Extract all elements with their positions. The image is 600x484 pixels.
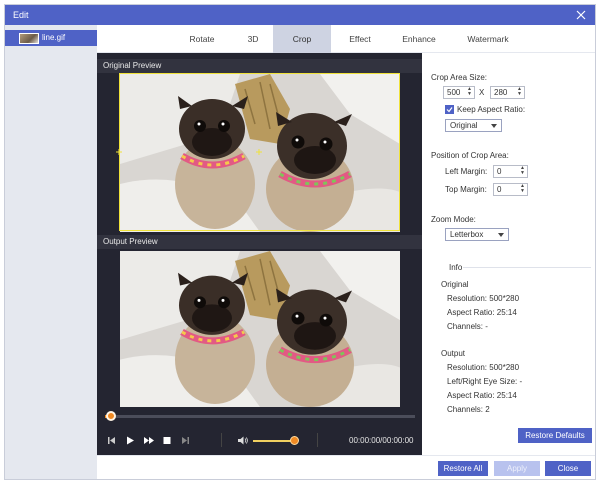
- tab-rotate[interactable]: Rotate: [177, 25, 227, 53]
- info-header: Info: [449, 263, 463, 272]
- skip-back-icon[interactable]: [107, 436, 116, 447]
- edit-tabs: Rotate 3D Crop Effect Enhance Watermark: [97, 25, 595, 53]
- fast-forward-icon[interactable]: [144, 436, 154, 447]
- window-title: Edit: [13, 10, 29, 20]
- controls-divider: [221, 433, 222, 447]
- output-eye-size: Left/Right Eye Size: -: [447, 377, 523, 386]
- crop-settings-panel: Crop Area Size: 500 ▲ ▼ X 280 ▲ ▼ Keep Asp…: [425, 53, 595, 455]
- zoom-mode-label: Zoom Mode:: [431, 215, 476, 224]
- zoom-mode-select[interactable]: Letterbox: [445, 228, 509, 241]
- output-preview-label: Output Preview: [97, 235, 422, 249]
- crop-height-input[interactable]: 280 ▲ ▼: [490, 86, 525, 99]
- volume-knob[interactable]: [290, 436, 299, 445]
- keep-aspect-label: Keep Aspect Ratio:: [457, 105, 526, 114]
- info-divider: [463, 267, 591, 268]
- file-thumbnail: [19, 33, 39, 44]
- checkbox-check-icon: [446, 107, 453, 113]
- file-name: line.gif: [42, 33, 66, 42]
- output-preview-image: [120, 251, 400, 407]
- restore-all-button[interactable]: Restore All: [438, 461, 488, 476]
- play-icon[interactable]: [126, 436, 135, 447]
- tab-watermark[interactable]: Watermark: [453, 25, 523, 53]
- stop-icon[interactable]: [163, 436, 171, 447]
- keep-aspect-checkbox[interactable]: [445, 105, 454, 114]
- title-bar: Edit: [5, 5, 595, 25]
- position-label: Position of Crop Area:: [431, 151, 509, 160]
- controls-divider: [317, 433, 318, 447]
- chevron-down-icon: [491, 124, 497, 128]
- file-sidebar: line.gif: [5, 25, 97, 479]
- tab-effect[interactable]: Effect: [335, 25, 385, 53]
- tab-crop[interactable]: Crop: [273, 25, 331, 53]
- output-info-title: Output: [441, 349, 466, 358]
- tab-3d[interactable]: 3D: [233, 25, 273, 53]
- skip-end-icon[interactable]: [181, 436, 190, 447]
- original-channels: Channels: -: [447, 322, 488, 331]
- playhead-knob[interactable]: [106, 411, 116, 421]
- crop-handle-left[interactable]: [116, 149, 122, 155]
- dialog-footer: Restore All Apply Close: [97, 455, 595, 479]
- aspect-ratio-select[interactable]: Original: [445, 119, 502, 132]
- output-channels: Channels: 2: [447, 405, 490, 414]
- restore-defaults-button[interactable]: Restore Defaults: [518, 428, 592, 443]
- crop-frame[interactable]: [116, 73, 400, 231]
- volume-icon[interactable]: [238, 436, 248, 447]
- output-aspect-ratio: Aspect Ratio: 25:14: [447, 391, 517, 400]
- crop-width-input[interactable]: 500 ▲ ▼: [443, 86, 475, 99]
- close-icon[interactable]: [573, 7, 589, 23]
- spinner-arrows-icon[interactable]: ▲ ▼: [516, 87, 523, 98]
- original-resolution: Resolution: 500*280: [447, 294, 520, 303]
- timecode: 00:00:00/00:00:00: [349, 436, 414, 445]
- chevron-down-icon: [498, 233, 504, 237]
- original-info-title: Original: [441, 280, 469, 289]
- volume-level: [253, 440, 295, 442]
- spinner-arrows-icon[interactable]: ▲ ▼: [466, 87, 473, 98]
- top-margin-input[interactable]: 0 ▲ ▼: [493, 183, 528, 196]
- left-margin-label: Left Margin:: [445, 167, 488, 176]
- crop-area-size-label: Crop Area Size:: [431, 73, 488, 82]
- spinner-arrows-icon[interactable]: ▲ ▼: [519, 166, 526, 177]
- preview-area: Original Preview Output Preview: [97, 53, 422, 455]
- playback-controls: 00:00:00/00:00:00: [97, 425, 422, 455]
- left-margin-input[interactable]: 0 ▲ ▼: [493, 165, 528, 178]
- output-resolution: Resolution: 500*280: [447, 363, 520, 372]
- spinner-arrows-icon[interactable]: ▲ ▼: [519, 184, 526, 195]
- apply-button[interactable]: Apply: [494, 461, 540, 476]
- file-list-item[interactable]: line.gif: [5, 30, 97, 46]
- tab-enhance[interactable]: Enhance: [389, 25, 449, 53]
- crop-center-icon: [256, 149, 262, 155]
- original-aspect-ratio: Aspect Ratio: 25:14: [447, 308, 517, 317]
- original-preview-label: Original Preview: [97, 59, 422, 73]
- volume-slider[interactable]: [253, 436, 299, 445]
- size-separator: X: [479, 88, 485, 97]
- timeline-slider[interactable]: [105, 411, 415, 421]
- edit-window: Edit line.gif Rotate 3D Crop Effect Enha…: [4, 4, 596, 480]
- close-button[interactable]: Close: [545, 461, 591, 476]
- top-margin-label: Top Margin:: [445, 185, 487, 194]
